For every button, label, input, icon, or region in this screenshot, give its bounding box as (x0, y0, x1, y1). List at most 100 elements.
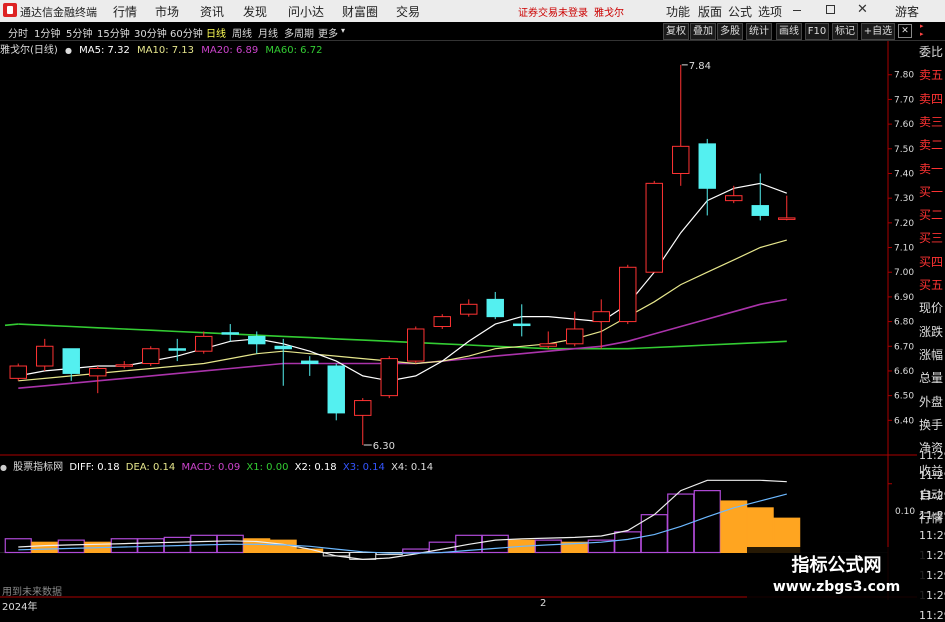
price-tick-label: 6.60 (894, 367, 914, 377)
macd-bar-rising (534, 539, 562, 554)
quote-panel-row: 卖三 (919, 114, 944, 129)
quote-panel-row: 卖一 (919, 161, 944, 176)
candle-down (698, 143, 716, 189)
ma60-line (18, 323, 787, 350)
price-tick-label: 7.60 (894, 120, 914, 130)
candle-up (778, 217, 796, 220)
quote-panel-row: 委比 (919, 45, 944, 59)
macd-bar-rising (4, 538, 32, 554)
quote-time-row: 11:29 (919, 609, 945, 622)
x4-value: X4: 0.14 (391, 462, 434, 473)
candle-up (619, 266, 637, 323)
future-data-warning: 用到未来数据 (2, 587, 62, 598)
macd-bar-rising (190, 534, 218, 554)
price-tick-label: 7.30 (894, 194, 914, 204)
quote-panel-row: 涨幅 (919, 347, 944, 362)
macd-bar-falling (720, 500, 748, 553)
quote-time-row: 11:29 (919, 529, 945, 542)
macd-legend: ● 股票指标网 DIFF: 0.18 DEA: 0.14 MACD: 0.09 … (0, 458, 436, 473)
candle-down (248, 335, 266, 345)
price-axis: 7.80 7.70 7.60 7.50 7.40 7.30 7.20 7.10 7.00 6.90… (888, 71, 914, 426)
quote-panel-row: 外盘 (919, 394, 944, 409)
price-tick-label: 7.10 (894, 244, 914, 254)
quote-panel-row: 买四 (919, 254, 944, 269)
price-tick-label: 7.00 (894, 268, 914, 278)
candle-down (751, 205, 769, 216)
macd-bar-falling (31, 541, 59, 553)
candle-up (645, 182, 663, 273)
quote-panel-row: 买一 (919, 184, 944, 199)
candle-up (460, 303, 478, 315)
candle-up (195, 335, 213, 352)
kline-chart[interactable]: 7.80 7.70 7.60 7.50 7.40 7.30 7.20 7.10 7.00 6.90… (0, 0, 917, 609)
candle-up (142, 348, 160, 365)
candle-up (36, 345, 54, 367)
price-tick-label: 7.80 (894, 71, 914, 81)
quote-time-row: 11:29 (919, 469, 945, 482)
quote-time-row: 11:29 (919, 489, 945, 502)
watermark-url: www.zbgs3.com (772, 579, 901, 595)
diff-line (18, 479, 787, 561)
candle-up (566, 328, 584, 345)
macd-bar-falling (746, 507, 774, 553)
candle-up (380, 358, 398, 397)
panel-expand-icon[interactable]: ▸ ▸ (920, 22, 924, 38)
indicator-title: 股票指标网 (13, 462, 64, 473)
quote-panel-row: 换手 (919, 417, 944, 432)
price-tick-label: 6.50 (894, 392, 914, 402)
macd-bar-rising (481, 534, 509, 554)
macd-bar-rising (614, 531, 642, 554)
diff-value: DIFF: 0.18 (69, 462, 120, 473)
dea-line (18, 493, 787, 554)
quote-panel-row: 买五 (919, 278, 944, 292)
ma5-line (18, 182, 788, 382)
macd-bar-rising (57, 539, 85, 554)
candle-up (115, 364, 133, 367)
candle-up (354, 400, 372, 416)
candle-up (9, 365, 27, 379)
candle-down (221, 332, 239, 335)
price-tick-label: 7.70 (894, 95, 914, 105)
candle-up (592, 311, 610, 323)
candle-up (89, 367, 107, 377)
macd-axis: 0.10 (895, 507, 915, 517)
candle-up (407, 328, 425, 362)
price-tick-label: 7.40 (894, 169, 914, 179)
quote-panel-row: 卖二 (919, 138, 944, 153)
candle-up (672, 145, 690, 174)
watermark-title: 指标公式网 (791, 555, 882, 576)
ma-lines (4, 182, 788, 389)
quote-time-row: 11:29 (919, 449, 945, 462)
date-label-year: 2024年 (2, 602, 38, 613)
candle-down (168, 348, 186, 351)
quote-panel-row: 卖五 (919, 68, 944, 83)
watermark: 指标公式网 www.zbgs3.com (747, 547, 926, 603)
candle-down (327, 365, 345, 414)
ma10-line (18, 239, 787, 382)
x3-value: X3: 0.14 (342, 462, 385, 473)
price-tick-label: 6.80 (894, 318, 914, 328)
candle-down (62, 348, 80, 374)
macd-bar-rising (693, 490, 721, 554)
candle-down (513, 323, 531, 327)
low-annotation: 6.30 (373, 441, 395, 452)
candle-up (539, 343, 557, 347)
quote-panel-row: 总量 (919, 371, 944, 386)
macd-bar-rising (110, 538, 138, 554)
candle-down (274, 345, 292, 350)
candles (9, 64, 796, 445)
macd-value: MACD: 0.09 (181, 462, 241, 473)
indicator-dot-icon: ● (0, 463, 7, 472)
price-tick-label: 7.50 (894, 145, 914, 155)
macd-axis-label: 0.10 (895, 507, 915, 517)
quote-panel-row: 涨跌 (919, 324, 944, 339)
dea-value: DEA: 0.14 (125, 462, 176, 473)
candle-up (433, 316, 451, 328)
x1-value: X1: 0.00 (246, 462, 289, 473)
price-tick-label: 7.20 (894, 219, 914, 229)
quote-panel-row: 现价 (919, 301, 944, 316)
candle-up (725, 195, 743, 202)
ma20-line (18, 298, 787, 389)
price-tick-label: 6.90 (894, 293, 914, 303)
quote-panel-row: 买二 (919, 208, 944, 223)
